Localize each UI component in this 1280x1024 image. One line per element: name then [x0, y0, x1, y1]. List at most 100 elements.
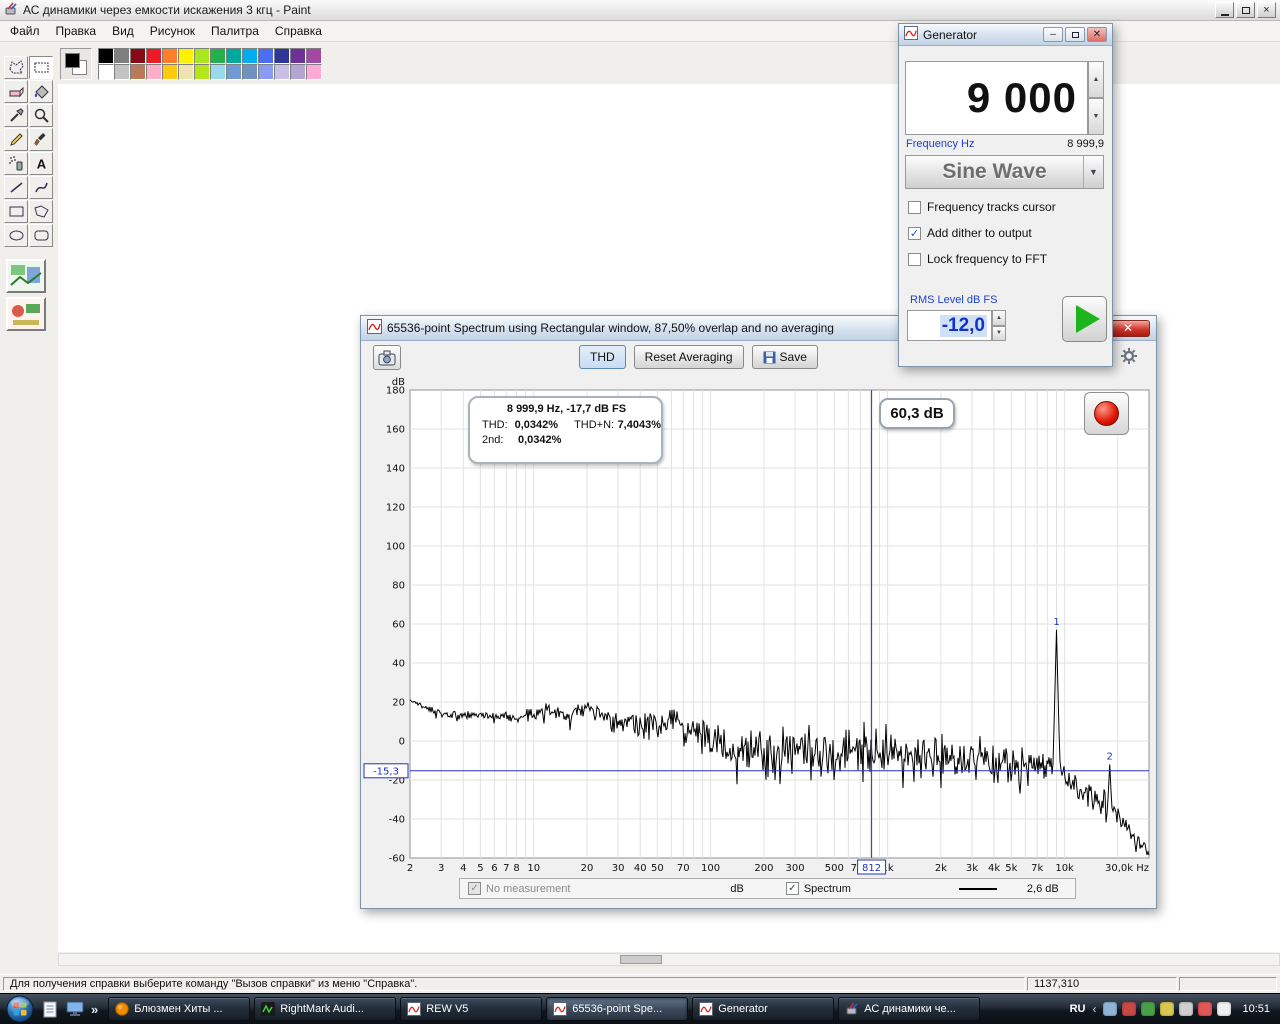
- color-swatch[interactable]: [146, 64, 162, 80]
- minimize-button[interactable]: [1215, 2, 1234, 18]
- menu-item-6[interactable]: Справка: [267, 21, 330, 41]
- text-tool[interactable]: A: [29, 152, 53, 175]
- color-swatch[interactable]: [258, 48, 274, 64]
- color-swatch[interactable]: [114, 48, 130, 64]
- add-dither-checkbox[interactable]: ✓: [908, 226, 921, 240]
- color-swatch[interactable]: [98, 64, 114, 80]
- color-swatch[interactable]: [290, 64, 306, 80]
- canvas-horizontal-scrollbar[interactable]: [58, 953, 1280, 966]
- play-icon: [1075, 305, 1100, 333]
- color-swatch[interactable]: [162, 64, 178, 80]
- rounded-rect-tool[interactable]: [29, 224, 53, 247]
- line-tool[interactable]: [4, 176, 28, 199]
- curve-tool[interactable]: [29, 176, 53, 199]
- color-swatch[interactable]: [274, 48, 290, 64]
- tray-icon-3[interactable]: [1141, 1002, 1156, 1016]
- color-swatch[interactable]: [306, 48, 322, 64]
- color-swatch[interactable]: [242, 48, 258, 64]
- taskbar-task-3[interactable]: REW V5: [400, 997, 543, 1021]
- capture-graph-button[interactable]: [373, 345, 401, 370]
- reset-averaging-button[interactable]: Reset Averaging: [633, 345, 744, 369]
- color-swatch[interactable]: [290, 48, 306, 64]
- minimize-button[interactable]: –: [1043, 27, 1063, 42]
- magnifier-tool[interactable]: [29, 104, 53, 127]
- show-desktop-icon[interactable]: [66, 1000, 84, 1018]
- generator-titlebar[interactable]: Generator – ✕: [899, 24, 1112, 46]
- color-swatch[interactable]: [114, 64, 130, 80]
- language-indicator[interactable]: RU: [1070, 1003, 1086, 1015]
- taskbar-clock[interactable]: 10:51: [1242, 1003, 1270, 1015]
- taskbar-task-4[interactable]: 65536-point Spe...: [546, 997, 689, 1021]
- clipart-thumbnail-1[interactable]: [6, 259, 46, 293]
- ellipse-tool[interactable]: [4, 224, 28, 247]
- frequency-spinner[interactable]: ▲ ▼: [1088, 61, 1104, 135]
- rew-icon: [407, 1002, 422, 1016]
- tray-icon-7[interactable]: [1217, 1002, 1232, 1016]
- menu-item-2[interactable]: Правка: [48, 21, 105, 41]
- color-swatch[interactable]: [226, 64, 242, 80]
- color-swatch[interactable]: [306, 64, 322, 80]
- frequency-tracks-cursor-checkbox[interactable]: [908, 200, 921, 214]
- color-swatch[interactable]: [130, 64, 146, 80]
- record-button[interactable]: [1084, 392, 1129, 435]
- frequency-display[interactable]: 9 000: [905, 61, 1088, 135]
- restore-button[interactable]: [1236, 2, 1255, 18]
- airbrush-tool[interactable]: [4, 152, 28, 175]
- settings-gear-icon[interactable]: [1120, 347, 1140, 367]
- color-swatch[interactable]: [194, 64, 210, 80]
- rectangle-tool[interactable]: [4, 200, 28, 223]
- color-swatch[interactable]: [146, 48, 162, 64]
- color-swatch[interactable]: [226, 48, 242, 64]
- taskbar-task-2[interactable]: RightMark Audi...: [254, 997, 397, 1021]
- rms-level-input[interactable]: -12,0: [907, 310, 992, 341]
- tray-icon-2[interactable]: [1122, 1002, 1137, 1016]
- close-button[interactable]: ✕: [1087, 27, 1107, 42]
- taskbar-task-5[interactable]: Generator: [692, 997, 835, 1021]
- toolbar-overflow-chevron[interactable]: »: [91, 1002, 98, 1017]
- color-swatch[interactable]: [210, 64, 226, 80]
- tray-expand-chevron[interactable]: ‹: [1092, 1002, 1096, 1016]
- free-select-tool[interactable]: [4, 56, 28, 79]
- lock-frequency-checkbox[interactable]: [908, 252, 921, 266]
- brush-tool[interactable]: [29, 128, 53, 151]
- pencil-tool[interactable]: [4, 128, 28, 151]
- color-swatch[interactable]: [178, 64, 194, 80]
- eraser-tool[interactable]: [4, 80, 28, 103]
- color-swatch[interactable]: [98, 48, 114, 64]
- no-measurement-checkbox[interactable]: ✓: [468, 882, 481, 895]
- color-swatch[interactable]: [178, 48, 194, 64]
- tray-icon-4[interactable]: [1160, 1002, 1175, 1016]
- color-swatch[interactable]: [194, 48, 210, 64]
- color-swatch[interactable]: [162, 48, 178, 64]
- start-button[interactable]: [5, 994, 35, 1024]
- clipart-thumbnail-2[interactable]: [6, 297, 46, 331]
- taskbar-task-1[interactable]: Блюзмен Хиты ...: [108, 997, 251, 1021]
- tray-icon-1[interactable]: [1103, 1002, 1118, 1016]
- color-swatch[interactable]: [210, 48, 226, 64]
- close-button[interactable]: ×: [1257, 2, 1276, 18]
- waveform-select[interactable]: Sine Wave ▼: [905, 155, 1104, 189]
- menu-item-1[interactable]: Файл: [2, 21, 48, 41]
- menu-item-5[interactable]: Палитра: [203, 21, 267, 41]
- rect-select-tool[interactable]: [29, 56, 53, 79]
- color-swatch[interactable]: [130, 48, 146, 64]
- color-swatch[interactable]: [274, 64, 290, 80]
- fill-tool[interactable]: [29, 80, 53, 103]
- menu-item-4[interactable]: Рисунок: [142, 21, 203, 41]
- play-button[interactable]: [1062, 296, 1107, 342]
- save-button[interactable]: Save: [751, 345, 818, 369]
- thd-button[interactable]: THD: [579, 345, 626, 369]
- scrollbar-thumb[interactable]: [620, 955, 663, 964]
- document-icon[interactable]: [41, 1000, 59, 1018]
- tray-icon-6[interactable]: [1198, 1002, 1213, 1016]
- taskbar-task-6[interactable]: АС динамики че...: [838, 997, 981, 1021]
- color-swatch[interactable]: [242, 64, 258, 80]
- spectrum-checkbox[interactable]: ✓: [785, 882, 799, 895]
- color-swatch[interactable]: [258, 64, 274, 80]
- maximize-button[interactable]: [1065, 27, 1085, 42]
- rms-spinner[interactable]: ▲ ▼: [992, 310, 1006, 341]
- picker-tool[interactable]: [4, 104, 28, 127]
- menu-item-3[interactable]: Вид: [104, 21, 142, 41]
- tray-icon-5[interactable]: [1179, 1002, 1194, 1016]
- polygon-tool[interactable]: [29, 200, 53, 223]
